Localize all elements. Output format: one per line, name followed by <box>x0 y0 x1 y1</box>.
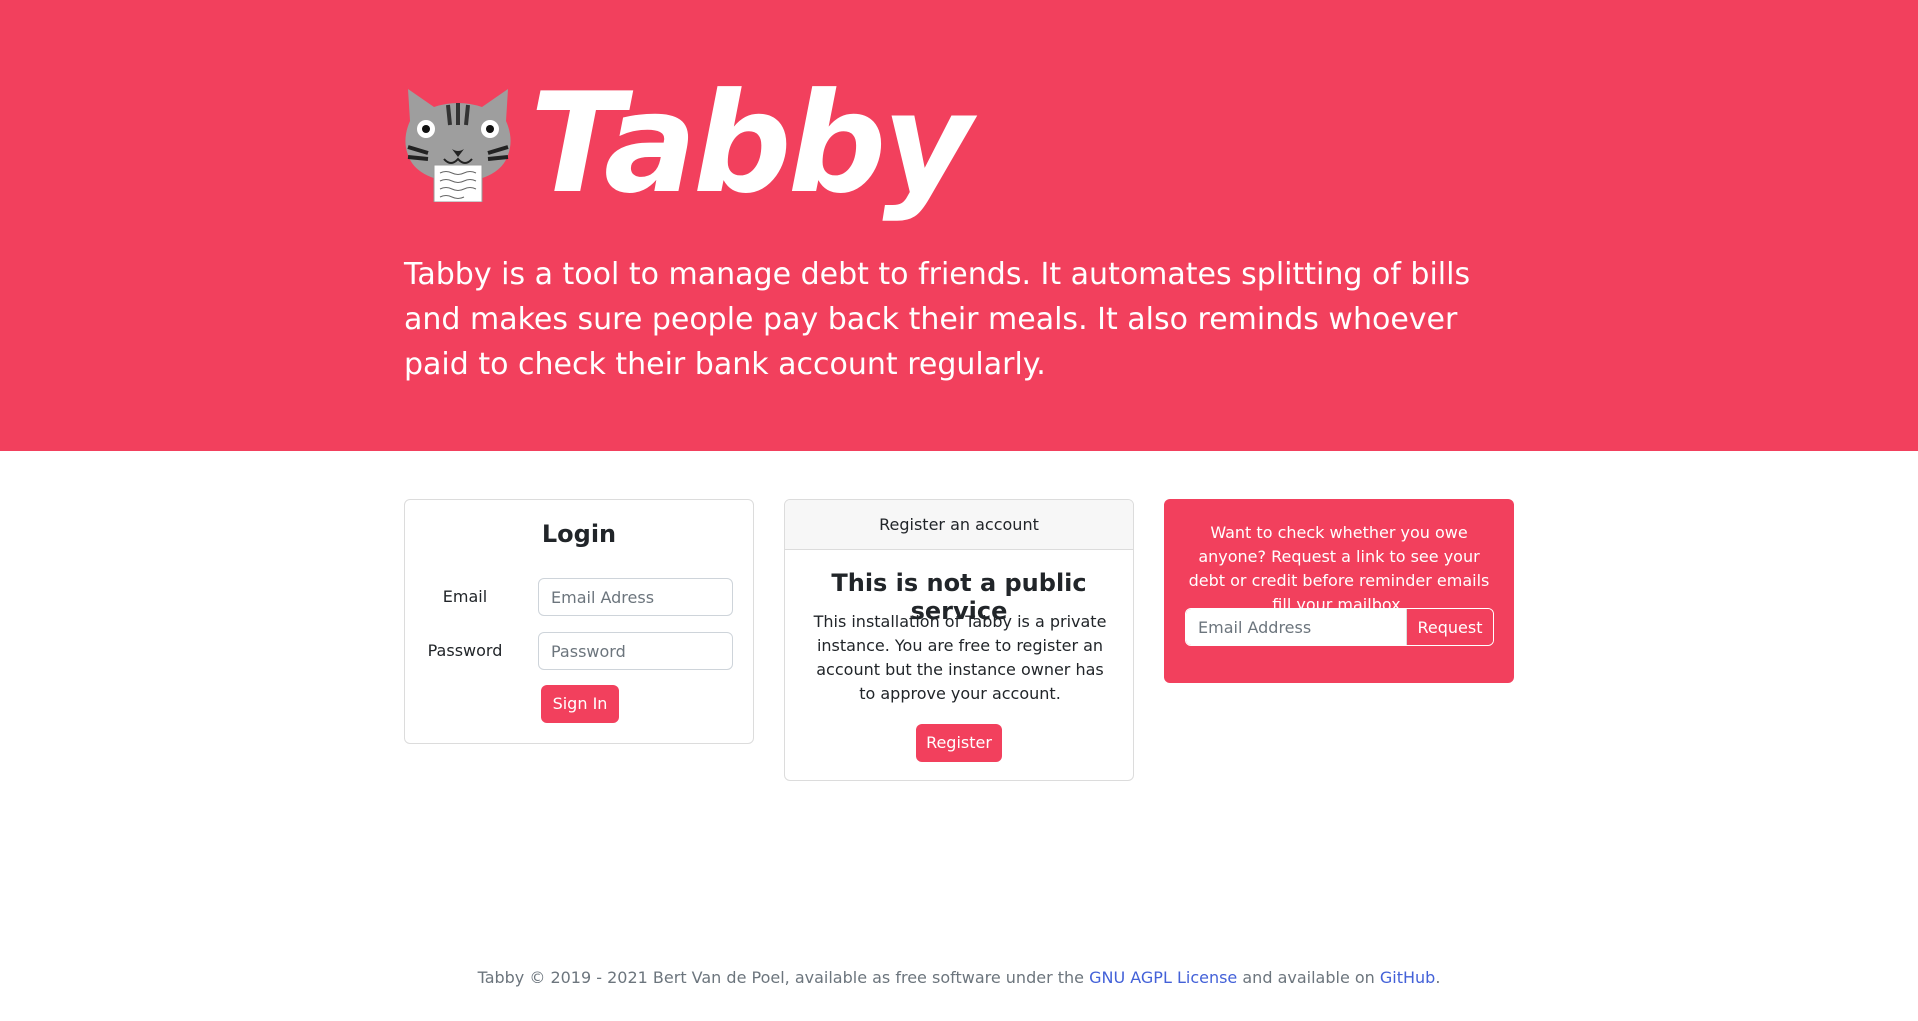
footer: Tabby © 2019 - 2021 Bert Van de Poel, av… <box>0 968 1918 987</box>
logo: Tabby <box>404 75 972 242</box>
login-title: Login <box>541 520 617 548</box>
footer-period: . <box>1435 968 1441 987</box>
brand-wordmark: Tabby <box>530 63 972 224</box>
sign-in-button[interactable]: Sign In <box>541 685 619 723</box>
github-link[interactable]: GitHub <box>1380 968 1435 987</box>
license-link[interactable]: GNU AGPL License <box>1089 968 1237 987</box>
email-input[interactable] <box>538 578 733 616</box>
tagline: Tabby is a tool to manage debt to friend… <box>404 257 1471 382</box>
request-email-input[interactable] <box>1186 609 1407 645</box>
request-button[interactable]: Request <box>1407 609 1493 645</box>
login-card: Login Email Password Sign In <box>404 499 754 744</box>
footer-middle-text: and available on <box>1242 968 1375 987</box>
register-button[interactable]: Register <box>916 724 1002 762</box>
tabby-cat-logo-icon <box>405 89 511 202</box>
register-description: This installation of Tabby is a private … <box>813 612 1107 703</box>
email-label: Email <box>442 587 488 606</box>
request-input-group: Request <box>1185 608 1494 646</box>
password-label: Password <box>427 641 503 660</box>
footer-copyright: Tabby © 2019 - 2021 Bert Van de Poel, av… <box>477 968 1084 987</box>
debt-request-card: Want to check whether you owe anyone? Re… <box>1164 499 1514 683</box>
register-card: Register an account This is not a public… <box>784 499 1134 781</box>
hero-banner: Tabby Tabby is a tool to manage debt to … <box>0 0 1918 451</box>
register-card-header: Register an account <box>785 500 1133 550</box>
password-input[interactable] <box>538 632 733 670</box>
request-description: Want to check whether you owe anyone? Re… <box>1188 523 1490 614</box>
